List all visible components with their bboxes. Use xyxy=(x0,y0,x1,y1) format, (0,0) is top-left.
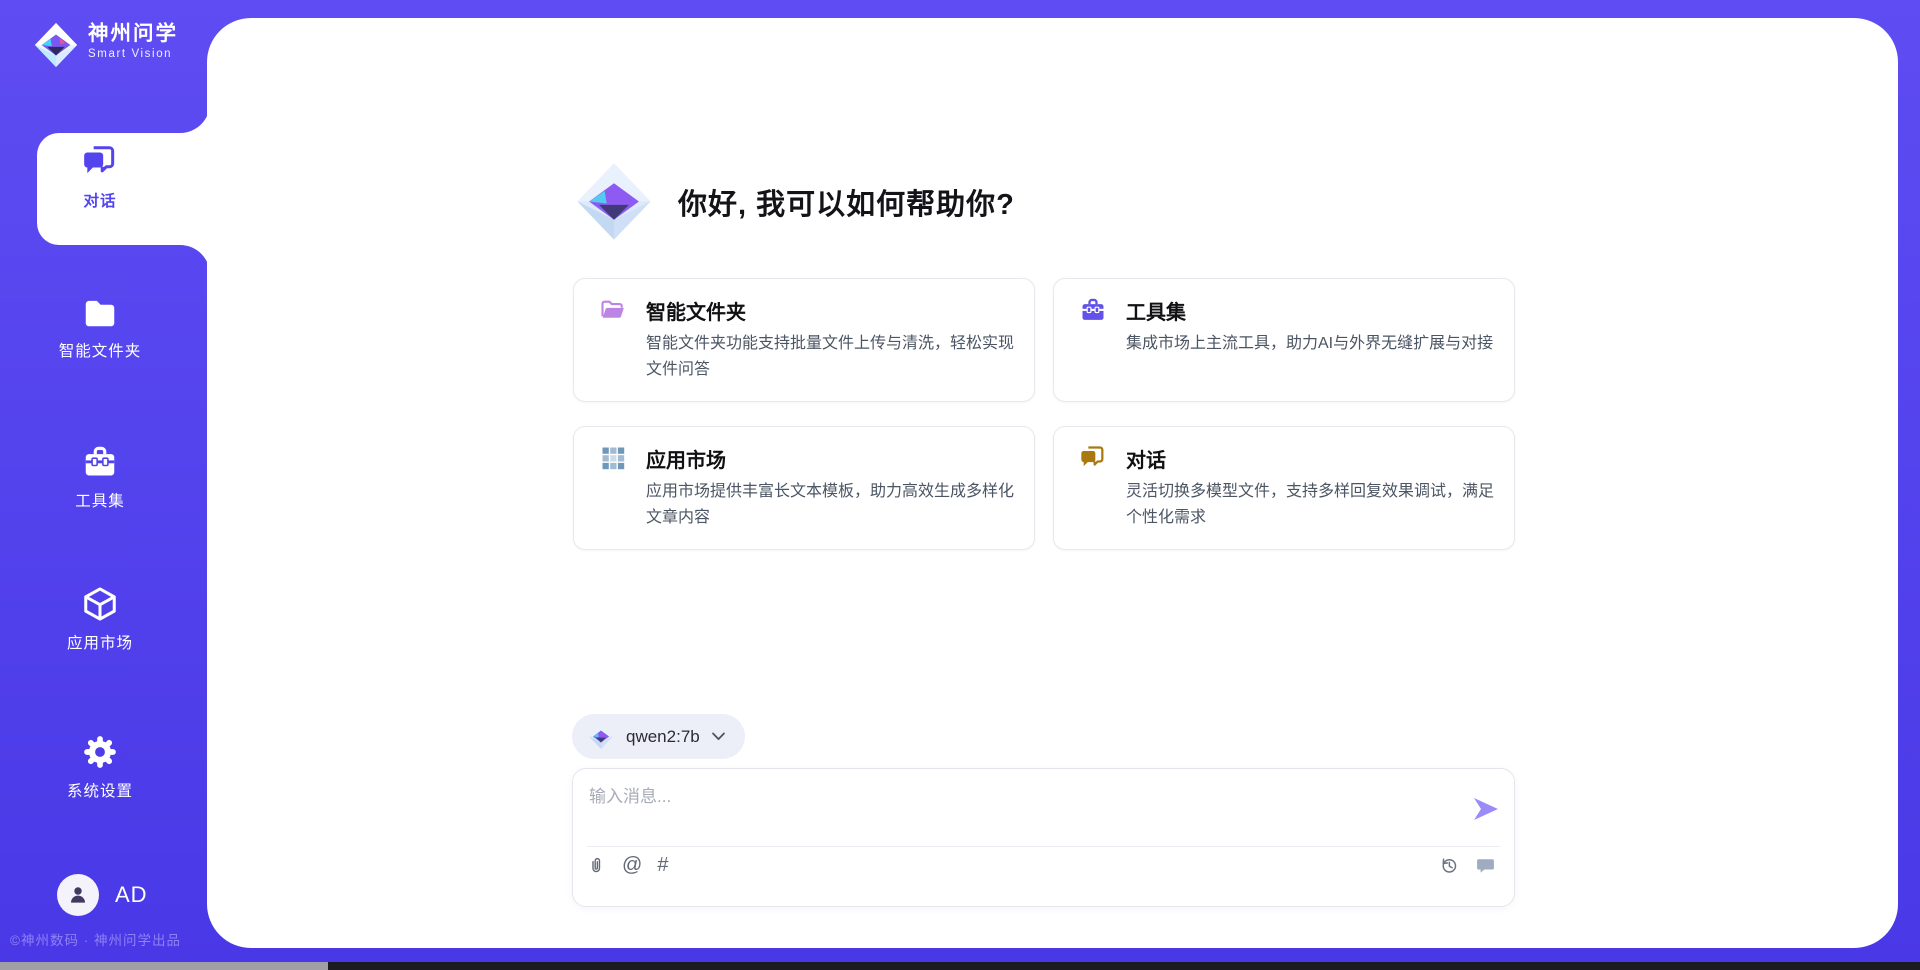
hash-icon[interactable]: # xyxy=(657,855,668,876)
card-title: 工具集 xyxy=(1126,296,1186,325)
composer-toolbar: @ # xyxy=(586,855,668,876)
folder-icon xyxy=(81,293,119,331)
composer-toolbar-right xyxy=(1438,855,1496,876)
sidebar-item-label: 智能文件夹 xyxy=(59,339,142,361)
sidebar-item-settings[interactable]: 系统设置 xyxy=(0,733,200,801)
person-icon xyxy=(66,883,90,907)
brand-name: 神州问学 xyxy=(88,21,178,47)
send-icon[interactable] xyxy=(1473,796,1499,822)
chevron-down-icon xyxy=(712,732,725,741)
user-name: AD xyxy=(115,882,148,908)
sidebar-item-app-market[interactable]: 应用市场 xyxy=(0,585,200,653)
sidebar-item-label: 系统设置 xyxy=(67,779,133,801)
sidebar-item-label: 工具集 xyxy=(75,489,125,511)
chat-icon xyxy=(1079,444,1107,472)
user-profile[interactable]: AD xyxy=(57,874,148,916)
chat-icon xyxy=(81,143,119,181)
toolbox-icon xyxy=(81,443,119,481)
horizontal-scrollbar-thumb[interactable] xyxy=(0,962,328,970)
card-chat[interactable]: 对话 灵活切换多模型文件，支持多样回复效果调试，满足个性化需求 xyxy=(1053,426,1515,550)
grid-icon xyxy=(599,444,627,472)
card-description: 集成市场上主流工具，助力AI与外界无缝扩展与对接 xyxy=(1126,331,1504,357)
model-name: qwen2:7b xyxy=(626,727,700,747)
brand: 神州问学 Smart Vision xyxy=(33,21,178,69)
sidebar-item-chat[interactable]: 对话 xyxy=(0,143,200,211)
brand-logo-icon xyxy=(33,21,79,69)
card-smart-folder[interactable]: 智能文件夹 智能文件夹功能支持批量文件上传与清洗，轻松实现文件问答 xyxy=(573,278,1035,402)
composer-divider xyxy=(587,846,1500,847)
card-description: 应用市场提供丰富长文本模板，助力高效生成多样化文章内容 xyxy=(646,479,1024,530)
at-icon[interactable]: @ xyxy=(622,855,642,876)
message-composer: @ # xyxy=(572,768,1515,907)
app-root: 神州问学 Smart Vision 对话 智能文件夹 xyxy=(0,0,1920,970)
folder-open-icon xyxy=(599,296,627,324)
feature-cards: 智能文件夹 智能文件夹功能支持批量文件上传与清洗，轻松实现文件问答 工具集 集成… xyxy=(573,278,1515,550)
card-title: 智能文件夹 xyxy=(646,296,746,325)
avatar xyxy=(57,874,99,916)
diamond-logo-icon xyxy=(574,160,654,243)
brand-text: 神州问学 Smart Vision xyxy=(88,21,178,60)
chat-filled-icon[interactable] xyxy=(1475,855,1496,876)
card-description: 灵活切换多模型文件，支持多样回复效果调试，满足个性化需求 xyxy=(1126,479,1504,530)
brand-subtitle: Smart Vision xyxy=(88,48,178,60)
card-title: 对话 xyxy=(1126,444,1166,473)
sidebar-item-label: 对话 xyxy=(83,189,116,211)
copyright-footer: ©神州数码 · 神州问学出品 xyxy=(10,929,181,949)
horizontal-scrollbar-track xyxy=(0,962,1920,970)
message-input[interactable] xyxy=(589,782,1449,840)
toolbox-icon xyxy=(1079,296,1107,324)
diamond-logo-icon xyxy=(588,723,614,750)
card-title: 应用市场 xyxy=(646,444,726,473)
greeting: 你好, 我可以如何帮助你? xyxy=(574,160,1015,243)
gear-icon xyxy=(81,733,119,771)
greeting-title: 你好, 我可以如何帮助你? xyxy=(678,181,1015,223)
sidebar-item-toolbox[interactable]: 工具集 xyxy=(0,443,200,511)
paperclip-icon[interactable] xyxy=(586,855,607,876)
sidebar-item-label: 应用市场 xyxy=(67,631,133,653)
card-description: 智能文件夹功能支持批量文件上传与清洗，轻松实现文件问答 xyxy=(646,331,1024,382)
model-selector[interactable]: qwen2:7b xyxy=(572,714,745,759)
history-icon[interactable] xyxy=(1438,855,1459,876)
sidebar-item-smart-folder[interactable]: 智能文件夹 xyxy=(0,293,200,361)
cube-icon xyxy=(81,585,119,623)
card-toolbox[interactable]: 工具集 集成市场上主流工具，助力AI与外界无缝扩展与对接 xyxy=(1053,278,1515,402)
card-app-market[interactable]: 应用市场 应用市场提供丰富长文本模板，助力高效生成多样化文章内容 xyxy=(573,426,1035,550)
